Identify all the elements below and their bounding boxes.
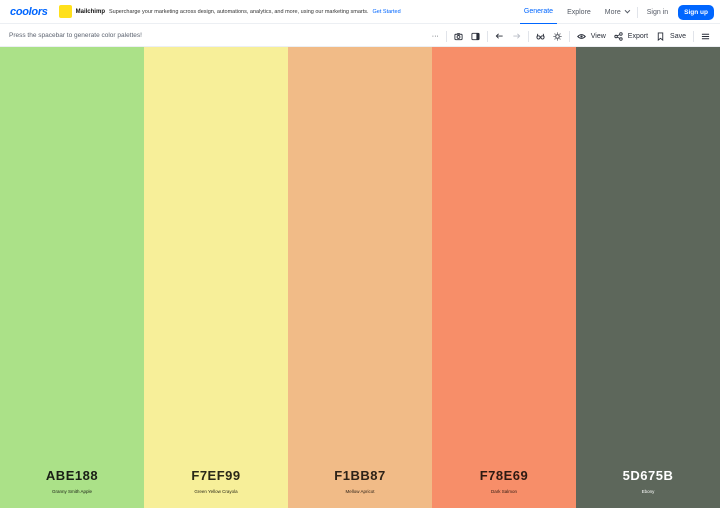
spacebar-hint: Press the spacebar to generate color pal… [9, 32, 142, 39]
sidebar-toggle-button[interactable] [467, 25, 484, 47]
eye-icon [576, 33, 586, 39]
swatch-hex-code[interactable]: F7EF99 [144, 468, 288, 483]
color-swatch[interactable]: F78E69 Dark Salmon [432, 47, 576, 508]
swatch-color-name: Granny Smith Apple [51, 489, 93, 494]
menu-button[interactable] [697, 25, 714, 47]
view-label: View [590, 32, 606, 40]
chevron-down-icon [624, 7, 630, 14]
sidebar-panel-icon [471, 32, 480, 40]
redo-button[interactable] [508, 25, 525, 47]
coolors-logo[interactable]: coolors [10, 6, 48, 18]
sign-in-link[interactable]: Sign in [643, 9, 672, 16]
toolbar-divider [527, 30, 529, 42]
redo-icon [513, 32, 521, 39]
color-swatch[interactable]: F7EF99 Green Yellow Crayola [144, 47, 288, 508]
color-swatch[interactable]: 5D675B Ebony [576, 47, 720, 508]
swatch-color-name: Dark Salmon [490, 489, 517, 494]
view-button[interactable]: View [573, 25, 610, 47]
toolbar-actions: ··· View Export Save [428, 25, 714, 47]
top-navbar: coolors Mailchimp Supercharge your marke… [0, 0, 720, 24]
swatch-color-name: Green Yellow Crayola [194, 489, 238, 494]
toolbar-divider [693, 30, 694, 42]
ad-text: Supercharge your marketing across design… [108, 8, 369, 15]
nav-more-label: More [604, 8, 621, 16]
color-blindness-button[interactable] [532, 25, 549, 47]
more-options-button[interactable]: ··· [428, 25, 443, 47]
undo-button[interactable] [491, 25, 508, 47]
toolbar-divider [486, 30, 488, 42]
swatch-color-name: Ebony [641, 489, 655, 494]
adjust-palette-button[interactable] [549, 25, 566, 47]
more-options-label: ··· [431, 32, 439, 40]
swatch-hex-code[interactable]: F78E69 [432, 468, 576, 483]
toolbar-divider [445, 30, 447, 42]
nav-divider [636, 6, 638, 18]
hamburger-menu-icon [701, 33, 710, 39]
color-swatch[interactable]: F1BB87 Mellow Apricot [288, 47, 432, 508]
toolbar-divider [568, 30, 570, 42]
undo-icon [495, 32, 503, 39]
ad-cta-link[interactable]: Get Started [373, 9, 401, 15]
glasses-icon [536, 33, 545, 39]
sun-icon [553, 31, 562, 41]
sign-up-button[interactable]: Sign up [678, 4, 714, 20]
share-icon [614, 31, 623, 41]
bookmark-icon [657, 31, 664, 41]
nav-more[interactable]: More [601, 0, 632, 24]
palette: ABE188 Granny Smith Apple F7EF99 Green Y… [0, 47, 720, 508]
main-nav: Generate Explore More Sign in Sign up [519, 0, 720, 24]
camera-icon [454, 32, 463, 40]
swatch-hex-code[interactable]: F1BB87 [288, 468, 432, 483]
save-label: Save [670, 32, 686, 40]
nav-explore[interactable]: Explore [563, 0, 595, 24]
swatch-hex-code[interactable]: 5D675B [576, 468, 720, 483]
camera-button[interactable] [450, 25, 467, 47]
color-swatch[interactable]: ABE188 Granny Smith Apple [0, 47, 144, 508]
nav-generate[interactable]: Generate [519, 0, 558, 24]
export-button[interactable]: Export [610, 25, 652, 47]
mailchimp-logo-icon [58, 5, 72, 18]
swatch-hex-code[interactable]: ABE188 [0, 468, 144, 483]
save-button[interactable]: Save [652, 25, 690, 47]
ad-brand: Mailchimp [75, 8, 105, 15]
export-label: Export [627, 32, 649, 40]
toolbar: Press the spacebar to generate color pal… [0, 25, 720, 47]
swatch-color-name: Mellow Apricot [345, 489, 375, 494]
